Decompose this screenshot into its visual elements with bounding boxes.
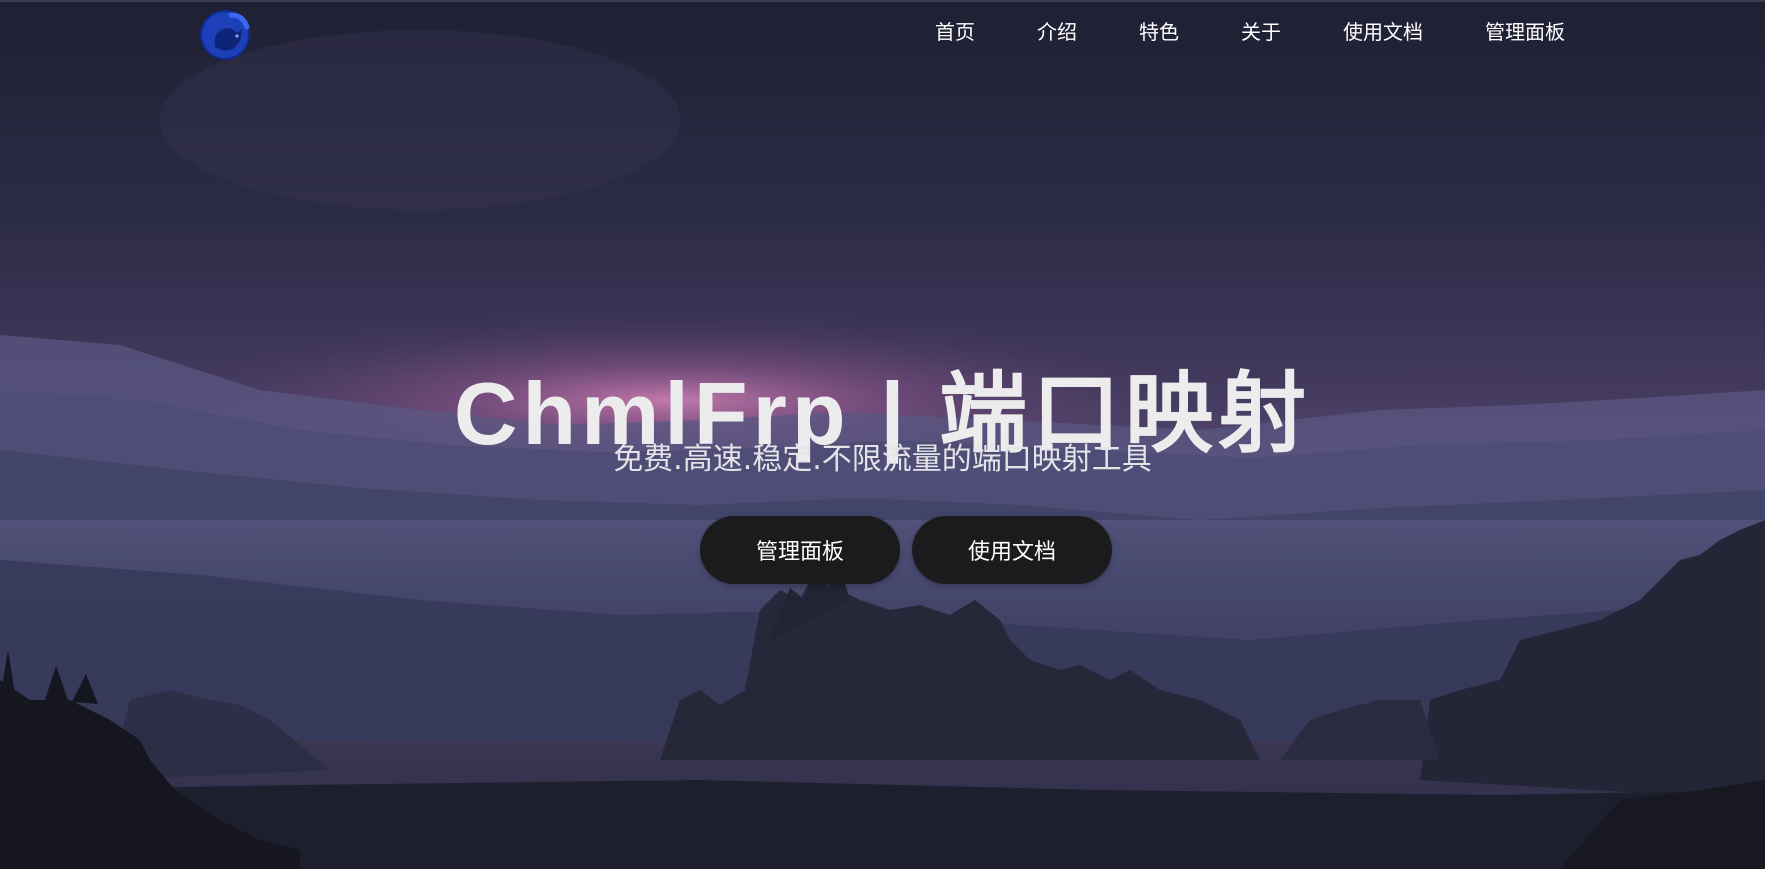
dashboard-button[interactable]: 管理面板	[700, 516, 900, 584]
hero-actions: 管理面板 使用文档	[700, 516, 1112, 584]
home-page: 首页 介绍 特色 关于 使用文档 管理面板 ChmlFrp | 端口映射 免费.…	[0, 0, 1765, 869]
nav-home[interactable]: 首页	[935, 17, 975, 47]
nav-introduction[interactable]: 介绍	[1037, 17, 1077, 47]
top-navigation: 首页 介绍 特色 关于 使用文档 管理面板	[935, 17, 1565, 47]
nav-features[interactable]: 特色	[1139, 17, 1179, 47]
documentation-button[interactable]: 使用文档	[912, 516, 1112, 584]
nav-documentation[interactable]: 使用文档	[1343, 17, 1423, 47]
top-border	[0, 0, 1765, 2]
blue-cat-logo-icon[interactable]	[195, 3, 255, 63]
nav-dashboard[interactable]: 管理面板	[1485, 17, 1565, 47]
nav-about[interactable]: 关于	[1241, 17, 1281, 47]
hero-subtitle: 免费.高速.稳定.不限流量的端口映射工具	[613, 442, 1152, 477]
